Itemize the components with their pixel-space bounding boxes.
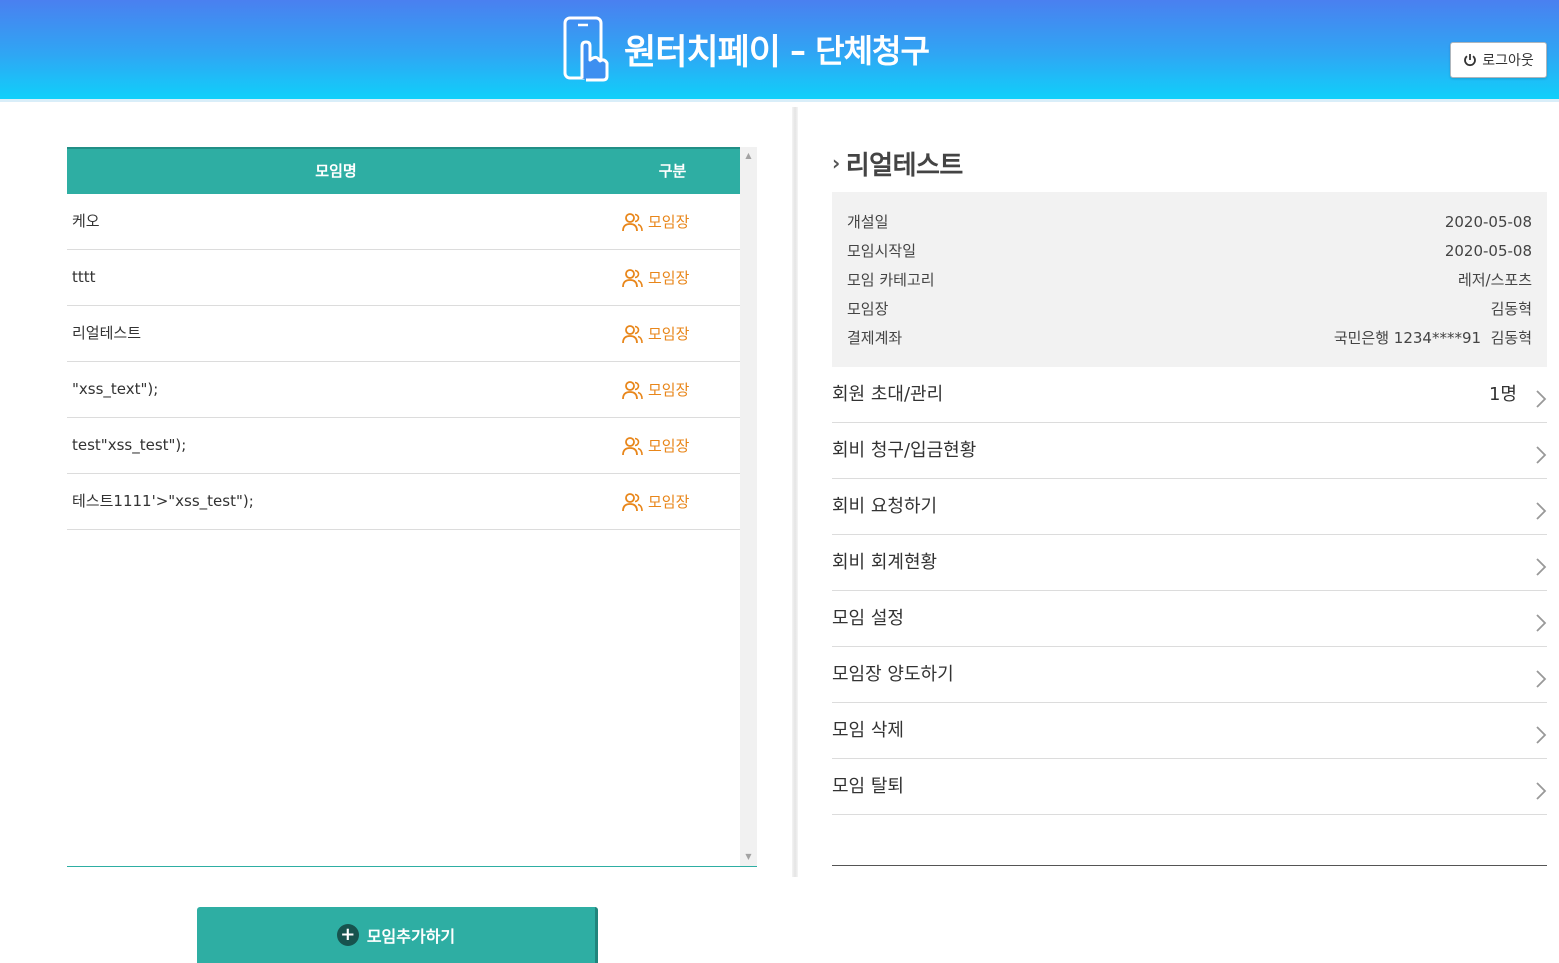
detail-title-text: 리얼테스트 [845,150,964,181]
scroll-down-arrow-icon[interactable]: ▼ [740,850,757,864]
info-value: 국민은행 1234****91 김동혁 [1333,329,1532,347]
menu-item-label: 모임장 양도하기 [832,664,954,685]
menu-item-label: 모임 설정 [832,608,904,629]
menu-item-accounting[interactable]: 회비 회계현황 [832,535,1547,591]
chevron-right-icon [1536,726,1547,744]
leader-icon [622,436,643,455]
table-row[interactable]: 테스트1111'>"xss_test"); 모임장 [67,474,740,530]
table-row[interactable]: tttt 모임장 [67,250,740,306]
table-row[interactable]: 케오 모임장 [67,194,740,250]
leader-icon [622,268,643,287]
group-name: 리얼테스트 [72,324,142,342]
menu-item-label: 모임 탈퇴 [832,776,904,797]
chevron-right-icon [1536,446,1547,464]
detail-title: › 리얼테스트 [832,143,963,183]
member-count: 1명 [1488,384,1517,405]
table-body: 케오 모임장 tttt 모임장 리얼테스트 모임장 "xss_text"); 모… [67,194,740,530]
info-value: 김동혁 [1490,300,1532,318]
group-role: 모임장 [622,474,689,529]
menu-item-billing-status[interactable]: 회비 청구/입금현황 [832,423,1547,479]
table-row[interactable]: test"xss_test"); 모임장 [67,418,740,474]
group-role-label: 모임장 [648,381,690,399]
menu-item-leave[interactable]: 모임 탈퇴 [832,759,1547,815]
list-scrollbar[interactable]: ▲ ▼ [740,147,757,866]
group-role-label: 모임장 [648,213,690,231]
group-name: test"xss_test"); [72,436,187,454]
info-row-created: 개설일 2020-05-08 [847,207,1532,236]
power-icon [1464,54,1477,67]
menu-item-label: 회비 청구/입금현황 [832,440,977,461]
chevron-right-icon: › [832,151,840,175]
table-row[interactable]: "xss_text"); 모임장 [67,362,740,418]
menu-item-request-fee[interactable]: 회비 요청하기 [832,479,1547,535]
info-row-account: 결제계좌 국민은행 1234****91 김동혁 [847,323,1532,352]
group-role-label: 모임장 [648,325,690,343]
leader-icon [622,212,643,231]
menu-item-label: 회비 회계현황 [832,552,938,573]
group-role-label: 모임장 [648,269,690,287]
info-value: 레저/스포츠 [1457,271,1532,289]
leader-icon [622,380,643,399]
group-role: 모임장 [622,306,689,361]
menu-item-members[interactable]: 회원 초대/관리 1명 [832,367,1547,423]
group-list: 모임명 구분 케오 모임장 tttt 모임장 리얼테스트 모임장 "xss_te… [67,147,757,867]
detail-divider [832,865,1547,866]
logout-label: 로그아웃 [1482,53,1534,69]
info-label: 모임 카테고리 [847,271,935,289]
table-row[interactable]: 리얼테스트 모임장 [67,306,740,362]
chevron-right-icon [1536,782,1547,800]
plus-circle-icon: + [336,924,359,946]
pane-divider [792,107,798,877]
info-label: 모임시작일 [847,242,917,260]
group-info: 개설일 2020-05-08 모임시작일 2020-05-08 모임 카테고리 … [832,192,1547,367]
info-label: 모임장 [847,300,889,318]
logout-button[interactable]: 로그아웃 [1450,42,1547,78]
info-value: 2020-05-08 [1444,212,1532,231]
leader-icon [622,492,643,511]
group-role: 모임장 [622,362,689,417]
leader-icon [622,324,643,343]
menu-item-label: 회원 초대/관리 [832,384,944,405]
app-subtitle: – 단체청구 [790,32,930,70]
app-title: 원터치페이 [624,32,781,73]
info-row-leader: 모임장 김동혁 [847,294,1532,323]
group-role: 모임장 [622,250,689,305]
table-header: 모임명 구분 [67,147,740,194]
scroll-up-arrow-icon[interactable]: ▲ [740,149,757,163]
menu-item-label: 회비 요청하기 [832,496,938,517]
info-label: 결제계좌 [847,329,903,347]
menu-item-delete[interactable]: 모임 삭제 [832,703,1547,759]
add-group-button[interactable]: + 모임추가하기 [197,907,598,963]
column-header-name: 모임명 [315,162,357,180]
column-header-type: 구분 [658,162,687,180]
group-role: 모임장 [622,194,689,249]
chevron-right-icon [1536,502,1547,520]
chevron-right-icon [1536,390,1547,408]
phone-touch-icon [563,16,609,82]
app-header: 원터치페이 – 단체청구 로그아웃 [0,0,1559,102]
group-name: 케오 [72,212,100,230]
group-menu: 회원 초대/관리 1명 회비 청구/입금현황 회비 요청하기 회비 회계현황 모… [832,367,1547,815]
add-group-label: 모임추가하기 [366,927,456,946]
chevron-right-icon [1536,558,1547,576]
group-name: 테스트1111'>"xss_test"); [72,492,254,510]
chevron-right-icon [1536,670,1547,688]
group-name: "xss_text"); [72,380,159,398]
group-role: 모임장 [622,418,689,473]
info-label: 개설일 [847,213,889,231]
info-value: 2020-05-08 [1444,241,1532,260]
group-role-label: 모임장 [648,437,690,455]
info-row-start: 모임시작일 2020-05-08 [847,236,1532,265]
group-name: tttt [72,268,96,286]
info-row-category: 모임 카테고리 레저/스포츠 [847,265,1532,294]
brand: 원터치페이 – 단체청구 [562,16,930,82]
menu-item-transfer-leader[interactable]: 모임장 양도하기 [832,647,1547,703]
menu-item-label: 모임 삭제 [832,720,904,741]
chevron-right-icon [1536,614,1547,632]
menu-item-settings[interactable]: 모임 설정 [832,591,1547,647]
group-role-label: 모임장 [648,493,690,511]
